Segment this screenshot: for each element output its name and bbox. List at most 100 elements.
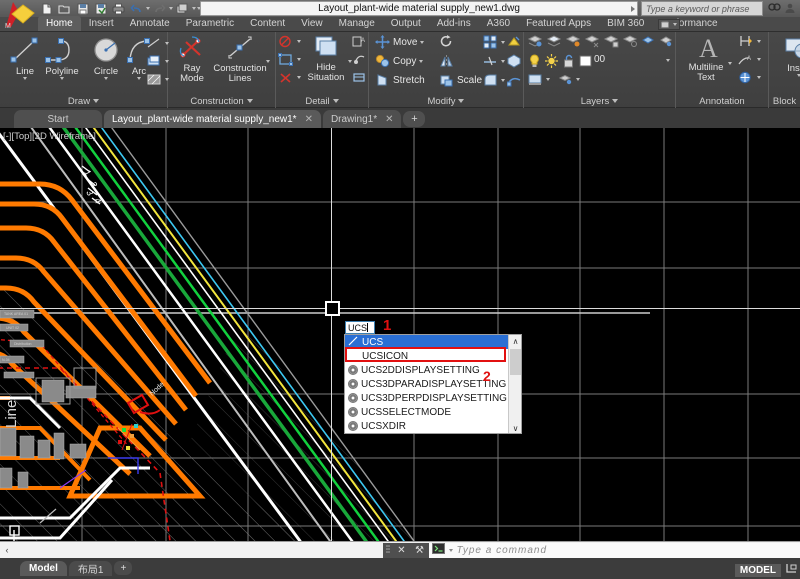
3d-modify-button[interactable] (507, 54, 521, 68)
panel-construction-title[interactable]: Construction (168, 94, 275, 108)
align-button[interactable] (507, 73, 521, 87)
redo-dropdown-arrow[interactable] (169, 1, 173, 16)
autocomplete-item-ucs3dperpdisplaysetting[interactable]: UCS3DPERPDISPLAYSETTING (345, 391, 521, 405)
insert-button[interactable]: Insert (777, 35, 800, 77)
detail-right-1-button[interactable]: A (352, 35, 367, 48)
chevron-down-icon[interactable] (501, 41, 505, 44)
panel-annotation-title[interactable]: Annotation (676, 94, 768, 108)
ribbon-display-options-button[interactable] (658, 19, 680, 30)
annotation-scale-button[interactable] (738, 71, 761, 84)
command-history-arrow[interactable]: ‹ (0, 545, 14, 555)
scroll-up-arrow-icon[interactable]: ∧ (509, 335, 522, 348)
close-icon[interactable]: ✕ (385, 114, 393, 125)
save-icon[interactable] (74, 1, 91, 16)
autocomplete-item-ucs2ddisplaysetting[interactable]: UCS2DDISPLAYSETTING (345, 363, 521, 377)
new-layout-button[interactable]: + (114, 561, 132, 575)
model-paper-space-toggle[interactable]: MODEL (735, 564, 781, 577)
layer-lock-state-icon[interactable] (562, 54, 575, 68)
construction-expand-arrow[interactable] (266, 60, 270, 63)
workspace-dropdown-arrow[interactable] (192, 1, 196, 16)
chevron-down-icon[interactable] (419, 60, 423, 63)
chevron-down-icon[interactable] (576, 78, 580, 81)
tab-view[interactable]: View (293, 16, 331, 31)
ray-mode-button[interactable]: RayMode (172, 35, 212, 84)
command-line-settings-button[interactable]: ⚒ (411, 543, 429, 558)
viewport-controls-label[interactable]: [-][Top][2D Wireframe] (3, 131, 96, 142)
tab-content[interactable]: Content (242, 16, 293, 31)
dimension-button[interactable] (738, 35, 761, 48)
chevron-down-icon[interactable] (104, 77, 108, 80)
chevron-down-icon[interactable] (757, 40, 761, 43)
chevron-down-icon[interactable] (757, 76, 761, 79)
application-menu-button[interactable]: M (2, 0, 36, 30)
tab-annotate[interactable]: Annotate (122, 16, 178, 31)
file-tab-start[interactable]: Start (14, 110, 102, 128)
search-input[interactable]: Type a keyword or phrase (641, 1, 763, 16)
autocomplete-scrollbar[interactable]: ∧ ∨ (508, 335, 521, 434)
chevron-down-icon[interactable] (546, 78, 550, 81)
mirror-button[interactable] (439, 54, 454, 68)
panel-block-title[interactable]: Block (769, 94, 800, 108)
layer-unlock-button[interactable] (622, 34, 638, 48)
layer-color-swatch[interactable] (579, 55, 592, 67)
workspace-icon[interactable] (174, 1, 191, 16)
leader-button[interactable]: A (738, 53, 761, 66)
draw-line-small-button[interactable] (146, 37, 169, 49)
detail-right-3-button[interactable] (352, 71, 367, 84)
tab-home[interactable]: Home (38, 16, 81, 31)
dynamic-input-field[interactable]: UCS (345, 321, 375, 334)
multiline-text-dropdown-arrow[interactable] (728, 62, 732, 65)
command-line-drag-handle[interactable] (383, 543, 393, 558)
layer-lock-button[interactable] (603, 34, 619, 48)
layer-merge-button[interactable] (558, 73, 580, 86)
layer-match-button[interactable] (641, 34, 656, 48)
hide-situation-button[interactable]: HideSituation (302, 34, 350, 83)
undo-dropdown-arrow[interactable] (146, 1, 150, 16)
panel-draw-title[interactable]: Draw (0, 94, 167, 108)
detail-stack-1-button[interactable] (278, 35, 301, 48)
tab-parametric[interactable]: Parametric (178, 16, 242, 31)
layer-freeze-button[interactable] (565, 34, 581, 48)
stretch-button[interactable]: Stretch (375, 73, 425, 87)
chevron-down-icon[interactable] (420, 41, 424, 44)
panel-detail-title[interactable]: Detail (276, 94, 368, 108)
detail-stack-2-button[interactable] (278, 53, 301, 66)
chevron-down-icon[interactable] (501, 79, 505, 82)
new-drawing-tab-button[interactable]: + (403, 111, 425, 127)
scale-button[interactable]: Scale (439, 73, 482, 87)
command-line-close-button[interactable]: ✕ (393, 543, 411, 558)
autocomplete-item-ucsselectmode[interactable]: UCSSELECTMODE (345, 405, 521, 419)
chevron-down-icon[interactable] (297, 40, 301, 43)
construction-lines-button[interactable]: ConstructionLines (212, 35, 268, 84)
title-dropdown-arrow[interactable] (631, 6, 635, 12)
move-button[interactable]: Move (375, 35, 424, 49)
copy-button[interactable]: Copy (375, 54, 423, 68)
tab-a360[interactable]: A360 (479, 16, 518, 31)
trim-button[interactable] (483, 54, 505, 68)
detail-stack-3-button[interactable] (278, 71, 301, 84)
layer-name-field[interactable]: 00 (594, 54, 674, 65)
plot-icon[interactable] (110, 1, 127, 16)
open-icon[interactable] (56, 1, 73, 16)
tab-output[interactable]: Output (383, 16, 429, 31)
chevron-down-icon[interactable] (757, 58, 761, 61)
array-button[interactable] (483, 35, 505, 49)
layer-dropdown-arrow[interactable] (666, 59, 670, 62)
autocomplete-item-ucsxdir[interactable]: UCSXDIR (345, 419, 521, 433)
layer-isolate-button[interactable] (546, 34, 562, 48)
chevron-down-icon[interactable] (23, 77, 27, 80)
draw-rectangle-small-button[interactable] (146, 55, 169, 68)
detail-right-2-button[interactable] (352, 53, 367, 66)
autocomplete-item-ucsicon[interactable]: UCSICON (345, 349, 521, 363)
layer-previous-button[interactable] (659, 34, 674, 48)
tab-featured-apps[interactable]: Featured Apps (518, 16, 599, 31)
scrollbar-thumb[interactable] (510, 349, 521, 375)
command-line-bar[interactable]: ‹ ✕ ⚒ Type a command (0, 541, 800, 558)
rotate-button[interactable] (439, 35, 454, 49)
layout-tab-model[interactable]: Model (20, 561, 67, 576)
file-tab-drawing1[interactable]: Drawing1* ✕ (323, 110, 402, 128)
command-autocomplete-list[interactable]: UCS UCSICON UCS2DDISPLAYSETTING UCS3DPAR… (344, 334, 522, 434)
close-icon[interactable]: ✕ (305, 114, 313, 125)
layer-properties-manager-button[interactable] (528, 73, 550, 86)
chevron-down-icon[interactable] (449, 549, 453, 552)
